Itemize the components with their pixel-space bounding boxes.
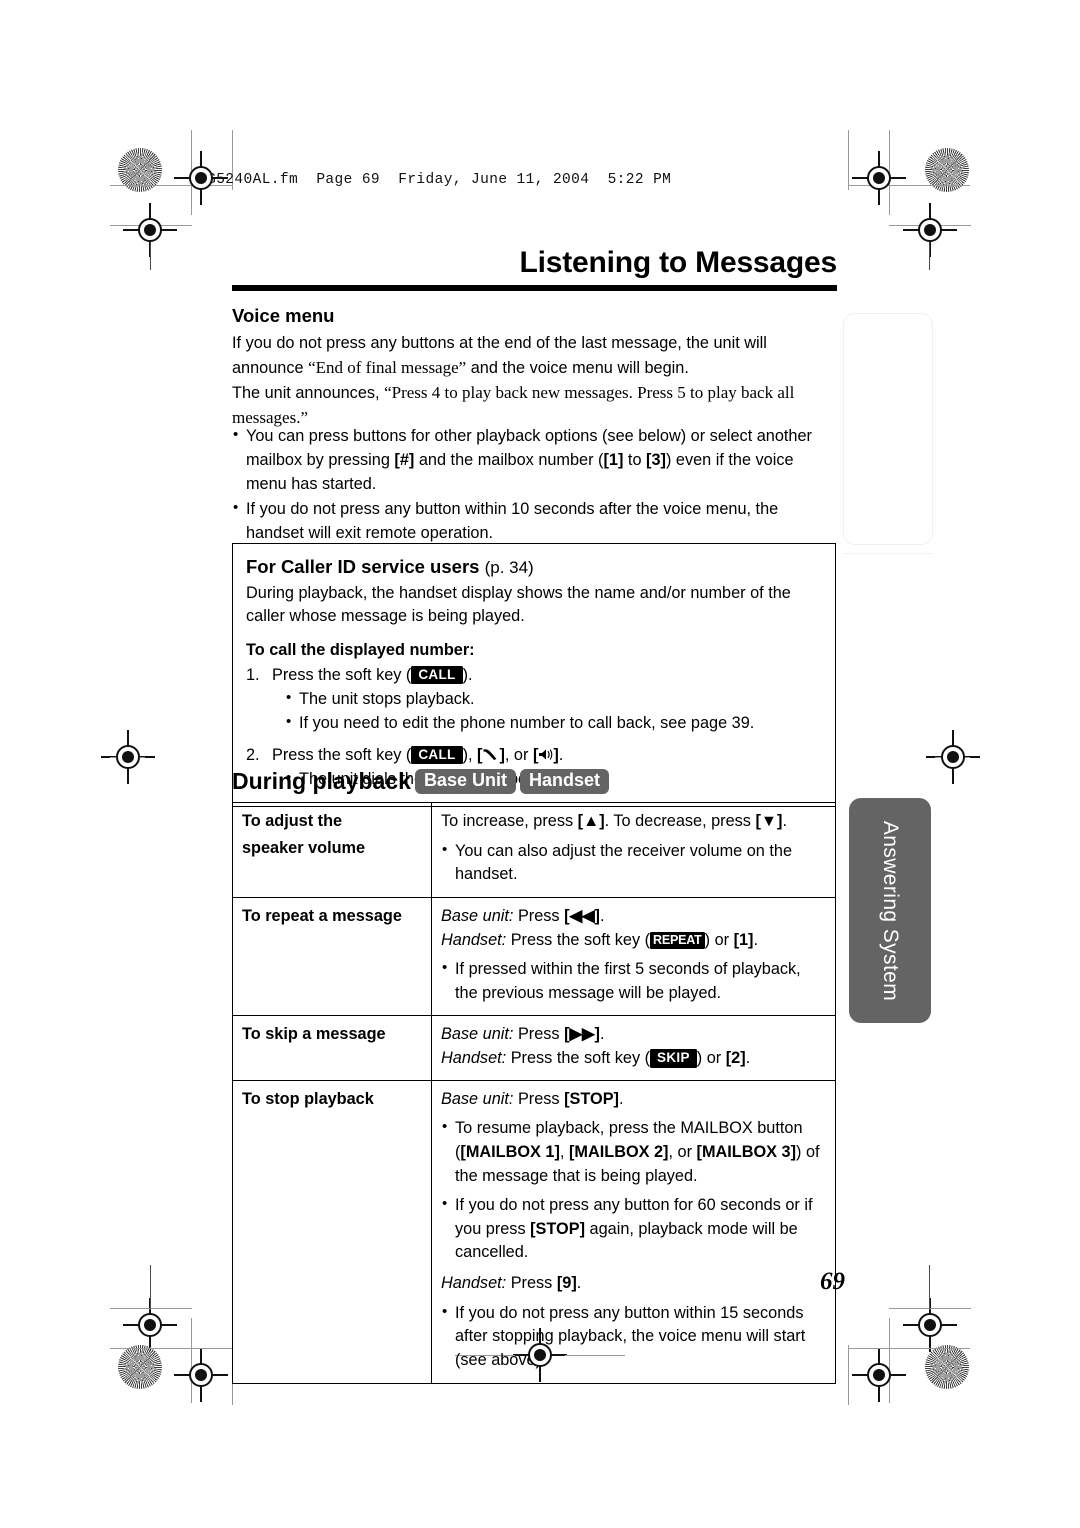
instruction-line: Base unit: Press [▶▶].	[441, 1025, 605, 1044]
call-softkey-badge[interactable]: CALL	[411, 665, 463, 685]
voice-menu-heading: Voice menu	[232, 305, 335, 326]
table-row: To adjust the speaker volume To increase…	[232, 802, 836, 898]
voice-menu-bullets: You can press buttons for other playback…	[232, 424, 838, 547]
skip-softkey-badge[interactable]: SKIP	[650, 1049, 697, 1068]
key-ref-rewind: [◀◀]	[564, 906, 600, 925]
page-number: 69	[820, 1268, 845, 1295]
during-playback-table: To adjust the speaker volume To increase…	[232, 802, 836, 1384]
filename-header: TG5240AL.fm Page 69 Friday, June 11, 200…	[198, 172, 672, 188]
key-ref-1: [1]	[733, 930, 754, 949]
step-number: 2.	[246, 745, 260, 764]
repeat-softkey-badge[interactable]: REPEAT	[650, 931, 705, 949]
list-item: The unit stops playback.	[286, 687, 822, 712]
list-item: If you do not press any button for 60 se…	[441, 1193, 826, 1265]
voice-menu-paragraph-2: The unit announces, “Press 4 to play bac…	[232, 382, 795, 427]
key-ref-down: [▼]	[755, 812, 783, 830]
list-item: You can press buttons for other playback…	[232, 424, 838, 497]
callout-intro: During playback, the handset display sho…	[246, 583, 791, 626]
call-softkey-badge[interactable]: CALL	[411, 745, 463, 765]
list-item: If you do not press any button within 10…	[232, 497, 838, 546]
key-ref-forward: [▶▶]	[564, 1025, 600, 1044]
list-item: If you do not press any button within 15…	[441, 1301, 826, 1373]
row-label-stop-playback: To stop playback	[232, 1079, 432, 1384]
row-label-adjust-volume: To adjust the speaker volume	[232, 802, 432, 898]
speakerphone-icon: []	[532, 745, 559, 764]
device-label: Handset:	[441, 1049, 507, 1067]
row-content-repeat-message: Base unit: Press [◀◀]. Handset: Press th…	[431, 896, 836, 1017]
chapter-title-block: Listening to Messages	[232, 247, 837, 291]
device-label: Base unit:	[441, 1025, 514, 1044]
instruction-line: Handset: Press the soft key (SKIP) or [2…	[441, 1049, 751, 1068]
during-playback-heading: During playback Base Unit Handset	[232, 768, 609, 795]
callout-subheading: To call the displayed number:	[246, 641, 475, 660]
device-label: Base unit:	[441, 906, 514, 925]
section-side-tab: Answering System	[849, 798, 931, 1023]
page-reference: (p. 34)	[484, 558, 534, 577]
announcement-quote: “End of final message”	[308, 357, 467, 377]
key-ref-up: [▲]	[577, 812, 605, 830]
table-row: To stop playback Base unit: Press [STOP]…	[232, 1079, 836, 1384]
title-divider	[232, 284, 837, 291]
table-row: To repeat a message Base unit: Press [◀◀…	[232, 896, 836, 1017]
device-label: Handset:	[441, 1274, 507, 1292]
key-ref-2: [2]	[725, 1049, 746, 1067]
page-title: Listening to Messages	[519, 246, 837, 279]
voice-menu-body: If you do not press any buttons at the e…	[232, 332, 838, 431]
table-row: To skip a message Base unit: Press [▶▶].…	[232, 1015, 836, 1081]
device-label: Base unit:	[441, 1089, 514, 1108]
list-item: To resume playback, press the MAILBOX bu…	[441, 1116, 826, 1188]
row-label-skip-message: To skip a message	[232, 1015, 432, 1081]
step-number: 1.	[246, 665, 260, 684]
base-unit-badge: Base Unit	[414, 769, 516, 795]
key-ref-mailbox-1: [MAILBOX 1]	[460, 1142, 560, 1161]
list-item: You can also adjust the receiver volume …	[441, 839, 826, 887]
instruction-line: Handset: Press the soft key (REPEAT) or …	[441, 930, 759, 949]
side-tab-label: Answering System	[879, 820, 902, 1001]
callout-heading: For Caller ID service users (p. 34)	[246, 556, 534, 577]
instruction-line: Base unit: Press [STOP].	[441, 1089, 624, 1108]
key-ref-9: [9]	[556, 1274, 577, 1292]
talk-phone-icon: []	[477, 745, 505, 764]
list-item: If pressed within the first 5 seconds of…	[441, 957, 826, 1005]
instruction-line: To increase, press [▲]. To decrease, pre…	[441, 812, 787, 830]
row-content-adjust-volume: To increase, press [▲]. To decrease, pre…	[431, 802, 836, 898]
instruction-line: Base unit: Press [◀◀].	[441, 906, 605, 925]
voice-menu-paragraph-1: If you do not press any buttons at the e…	[232, 334, 767, 377]
row-label-repeat-message: To repeat a message	[232, 896, 432, 1017]
key-ref-mailbox-2: [MAILBOX 2]	[568, 1142, 669, 1161]
list-item: 1. Press the soft key (CALL). The unit s…	[246, 664, 822, 736]
row-content-stop-playback: Base unit: Press [STOP]. To resume playb…	[431, 1079, 836, 1384]
handset-badge: Handset	[519, 769, 609, 795]
row-content-skip-message: Base unit: Press [▶▶]. Handset: Press th…	[431, 1015, 836, 1081]
key-ref-mailbox-3: [MAILBOX 3]	[696, 1142, 797, 1161]
key-ref: [1]	[603, 450, 624, 469]
key-ref: [#]	[394, 450, 415, 469]
key-ref-stop: [STOP]	[564, 1089, 619, 1108]
device-label: Handset:	[441, 930, 507, 949]
key-ref: [3]	[646, 450, 666, 469]
key-ref-stop: [STOP]	[530, 1219, 586, 1238]
instruction-line: Handset: Press [9].	[441, 1274, 582, 1292]
list-item: If you need to edit the phone number to …	[286, 711, 822, 736]
